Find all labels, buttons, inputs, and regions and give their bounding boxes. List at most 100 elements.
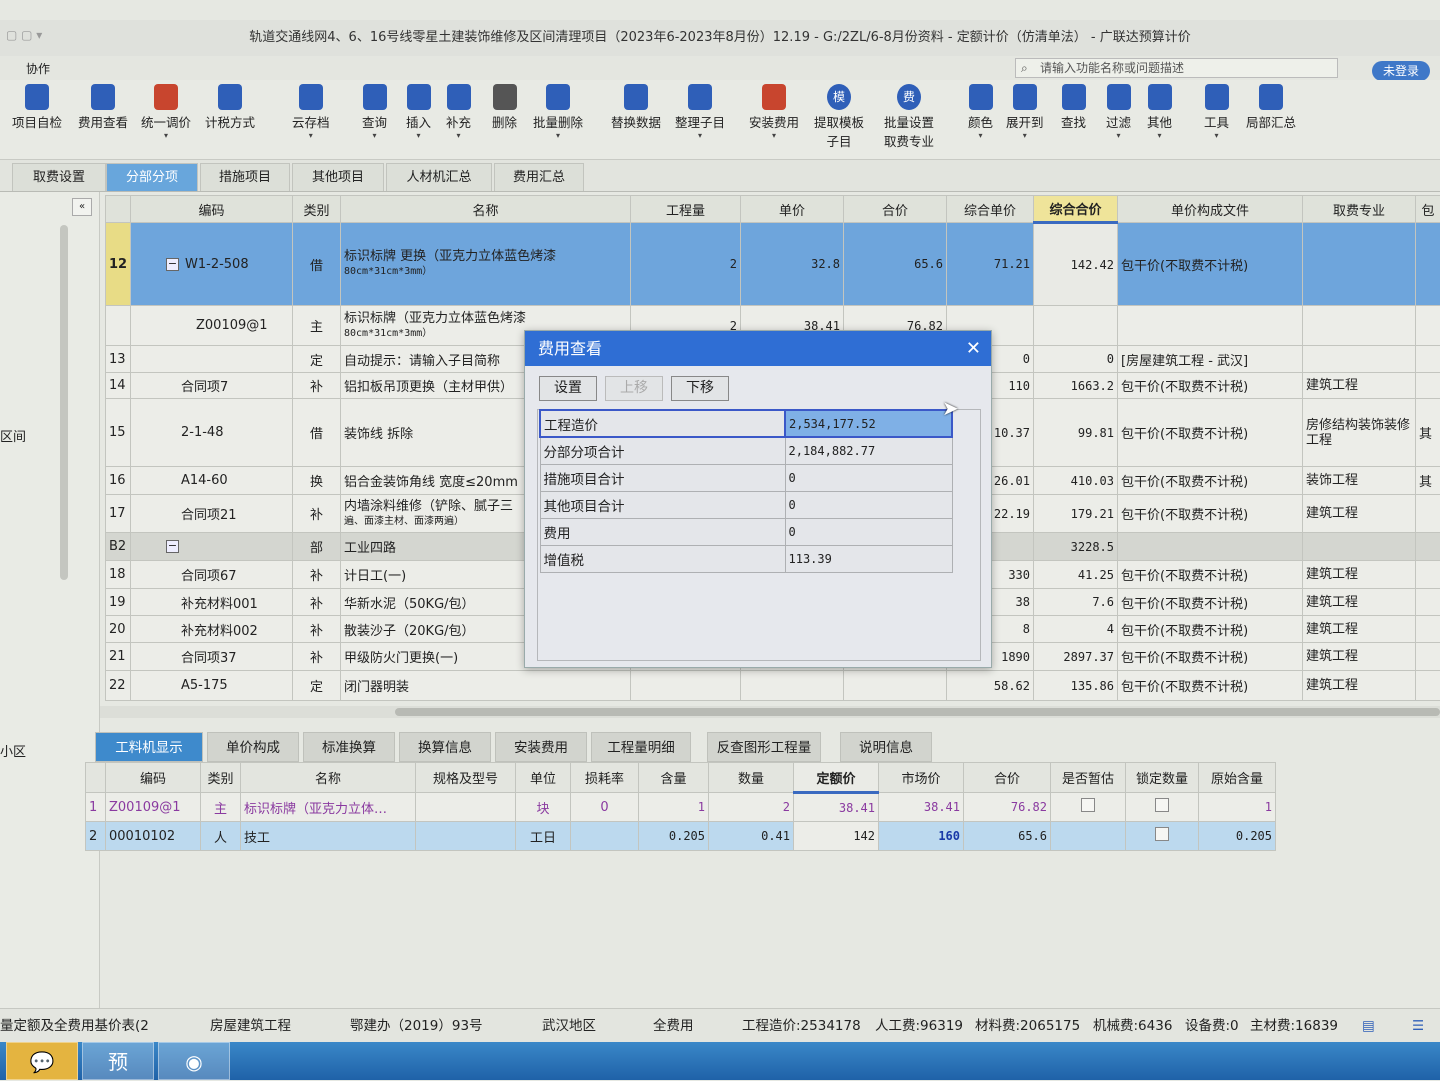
- tab-5[interactable]: 人材机汇总: [386, 163, 492, 191]
- table-row[interactable]: 1Z00109@1主标识标牌（亚克力立体…块01238.4138.4176.82…: [86, 793, 1276, 822]
- column-header[interactable]: 单位: [516, 763, 571, 793]
- menu-icon[interactable]: ☰: [1412, 1009, 1424, 1043]
- move-up-button[interactable]: 上移: [605, 376, 663, 401]
- cell-code[interactable]: −: [131, 533, 293, 561]
- tab-2[interactable]: 分部分项: [106, 163, 198, 191]
- tree-item-section[interactable]: 区间: [0, 426, 26, 445]
- column-header[interactable]: 数量: [709, 763, 794, 793]
- cell-lock[interactable]: [1126, 822, 1199, 851]
- collapse-panel-button[interactable]: «: [72, 198, 92, 216]
- column-header[interactable]: 市场价: [879, 763, 964, 793]
- cell-code[interactable]: 合同项21: [131, 495, 293, 533]
- move-down-button[interactable]: 下移: [671, 376, 729, 401]
- cell-quota[interactable]: 38.41: [794, 793, 879, 822]
- table-row[interactable]: 12−W1-2-508借标识标牌 更换（亚克力立体蓝色烤漆80cm*31cm*3…: [106, 223, 1440, 306]
- wechat-icon[interactable]: 💬: [6, 1042, 78, 1080]
- cell-code[interactable]: −W1-2-508: [131, 223, 293, 306]
- tab-6[interactable]: 费用汇总: [494, 163, 584, 191]
- toolbar-button-14[interactable]: 模提取模板子目: [814, 84, 864, 151]
- layout-icon[interactable]: ▤: [1362, 1009, 1375, 1043]
- toolbar-button-19[interactable]: 过滤▾: [1106, 84, 1131, 140]
- toolbar-button-11[interactable]: 替换数据: [611, 84, 661, 132]
- toolbar-button-21[interactable]: 工具▾: [1204, 84, 1229, 140]
- toolbar-button-7[interactable]: 插入▾: [406, 84, 431, 140]
- toolbar-button-18[interactable]: 查找: [1061, 84, 1086, 132]
- column-header[interactable]: 单价构成文件: [1118, 196, 1303, 223]
- toolbar-button-4[interactable]: 计税方式: [205, 84, 255, 132]
- cell-quota[interactable]: 142: [794, 822, 879, 851]
- budget-app-icon[interactable]: 预: [82, 1042, 154, 1080]
- cell-code[interactable]: 合同项7: [131, 373, 293, 399]
- fee-row[interactable]: 其他项目合计0: [540, 491, 952, 518]
- table-row[interactable]: 200010102人技工工日0.2050.4114216065.60.205: [86, 822, 1276, 851]
- login-button[interactable]: 未登录: [1372, 61, 1430, 81]
- column-header[interactable]: 原始含量: [1199, 763, 1276, 793]
- menu-collab[interactable]: 协作: [26, 60, 50, 77]
- column-header[interactable]: 损耗率: [571, 763, 639, 793]
- column-header[interactable]: 编码: [106, 763, 201, 793]
- tab-3[interactable]: 措施项目: [200, 163, 290, 191]
- tree-item-community[interactable]: 小区: [0, 741, 26, 760]
- column-header[interactable]: 取费专业: [1303, 196, 1416, 223]
- tree-scrollbar[interactable]: [60, 225, 68, 580]
- fee-row[interactable]: 分部分项合计2,184,882.77: [540, 437, 952, 464]
- cell-qty[interactable]: 2: [709, 793, 794, 822]
- function-search-input[interactable]: ⌕ 请输入功能名称或问题描述: [1015, 58, 1338, 78]
- cell-code[interactable]: A14-60: [131, 467, 293, 495]
- cell-total[interactable]: 65.6: [964, 822, 1051, 851]
- toolbar-button-3[interactable]: 统一调价▾: [141, 84, 191, 140]
- collapse-icon[interactable]: −: [166, 258, 179, 271]
- estimate-checkbox[interactable]: [1081, 798, 1095, 812]
- cell-content[interactable]: 1: [639, 793, 709, 822]
- cell-code[interactable]: 合同项67: [131, 561, 293, 589]
- lock-quantity-checkbox[interactable]: [1155, 827, 1169, 841]
- toolbar-button-20[interactable]: 其他▾: [1147, 84, 1172, 140]
- toolbar-button-16[interactable]: 颜色▾: [968, 84, 993, 140]
- column-header[interactable]: [106, 196, 131, 223]
- column-header[interactable]: 综合合价: [1034, 196, 1118, 223]
- bottom-tab-3[interactable]: 标准换算: [303, 732, 395, 762]
- toolbar-button-5[interactable]: 云存档▾: [292, 84, 330, 140]
- cell-code[interactable]: A5-175: [131, 671, 293, 701]
- table-row[interactable]: 22A5-175定闭门器明装58.62135.86包干价(不取费不计税)建筑工程: [106, 671, 1440, 701]
- column-header[interactable]: 类别: [293, 196, 341, 223]
- fee-row[interactable]: 增值税113.39: [540, 545, 952, 572]
- toolbar-button-12[interactable]: 整理子目▾: [675, 84, 725, 140]
- cell-est[interactable]: [1051, 793, 1126, 822]
- column-header[interactable]: 是否暂估: [1051, 763, 1126, 793]
- toolbar-button-9[interactable]: 删除: [492, 84, 517, 132]
- toolbar-button-22[interactable]: 局部汇总: [1246, 84, 1296, 132]
- column-header[interactable]: 含量: [639, 763, 709, 793]
- cell-orig[interactable]: 0.205: [1199, 822, 1276, 851]
- bottom-tab-1[interactable]: 工料机显示: [95, 732, 203, 762]
- bottom-tab-6[interactable]: 工程量明细: [591, 732, 691, 762]
- toolbar-button-6[interactable]: 查询▾: [362, 84, 387, 140]
- cell-code[interactable]: Z00109@1: [131, 306, 293, 346]
- chrome-icon[interactable]: ◉: [158, 1042, 230, 1080]
- cell-orig[interactable]: 1: [1199, 793, 1276, 822]
- column-header[interactable]: 编码: [131, 196, 293, 223]
- column-header[interactable]: 规格及型号: [416, 763, 516, 793]
- bottom-tab-5[interactable]: 安装费用: [495, 732, 587, 762]
- grid-horizontal-scrollbar[interactable]: [100, 706, 1440, 718]
- column-header[interactable]: 合价: [964, 763, 1051, 793]
- tab-1[interactable]: 取费设置: [12, 163, 106, 191]
- cell-name[interactable]: 标识标牌 更换（亚克力立体蓝色烤漆80cm*31cm*3mm）: [341, 223, 631, 306]
- cell-est[interactable]: [1051, 822, 1126, 851]
- column-header[interactable]: 综合单价: [947, 196, 1034, 223]
- fee-row[interactable]: 工程造价2,534,177.52: [540, 410, 952, 437]
- toolbar-button-17[interactable]: 展开到▾: [1006, 84, 1044, 140]
- bottom-tab-8[interactable]: 说明信息: [840, 732, 932, 762]
- cell-total[interactable]: 76.82: [964, 793, 1051, 822]
- toolbar-button-1[interactable]: 项目自检: [12, 84, 62, 132]
- toolbar-button-15[interactable]: 费批量设置取费专业: [884, 84, 934, 151]
- cell-code[interactable]: 2-1-48: [131, 399, 293, 467]
- cell-code[interactable]: 补充材料001: [131, 589, 293, 616]
- cell-code[interactable]: [131, 346, 293, 373]
- tab-4[interactable]: 其他项目: [292, 163, 384, 191]
- cell-content[interactable]: 0.205: [639, 822, 709, 851]
- cell-lock[interactable]: [1126, 793, 1199, 822]
- cell-qty[interactable]: 0.41: [709, 822, 794, 851]
- column-header[interactable]: 定额价: [794, 763, 879, 793]
- column-header[interactable]: 包: [1416, 196, 1440, 223]
